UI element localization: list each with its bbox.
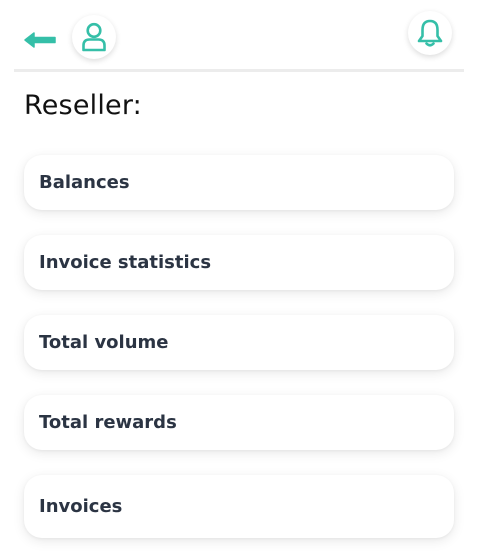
top-bar (0, 0, 496, 72)
menu-item-invoice-statistics[interactable]: Invoice statistics (24, 235, 454, 290)
bell-icon (417, 19, 443, 47)
menu-item-label: Total rewards (39, 412, 177, 433)
profile-button[interactable] (72, 15, 116, 59)
menu-item-label: Balances (39, 172, 130, 193)
section-title: Reseller: (24, 90, 142, 121)
arrow-left-icon (24, 32, 56, 48)
reseller-page: Reseller: Balances Invoice statistics To… (0, 0, 496, 553)
header-divider (14, 69, 464, 72)
menu-item-label: Invoices (39, 496, 123, 517)
menu-item-label: Total volume (39, 332, 169, 353)
back-button[interactable] (22, 27, 58, 53)
notifications-button[interactable] (408, 11, 452, 55)
menu-item-total-volume[interactable]: Total volume (24, 315, 454, 370)
menu-item-label: Invoice statistics (39, 252, 212, 273)
user-icon (82, 22, 106, 52)
menu-item-total-rewards[interactable]: Total rewards (24, 395, 454, 450)
menu-item-balances[interactable]: Balances (24, 155, 454, 210)
menu-item-invoices[interactable]: Invoices (24, 475, 454, 538)
